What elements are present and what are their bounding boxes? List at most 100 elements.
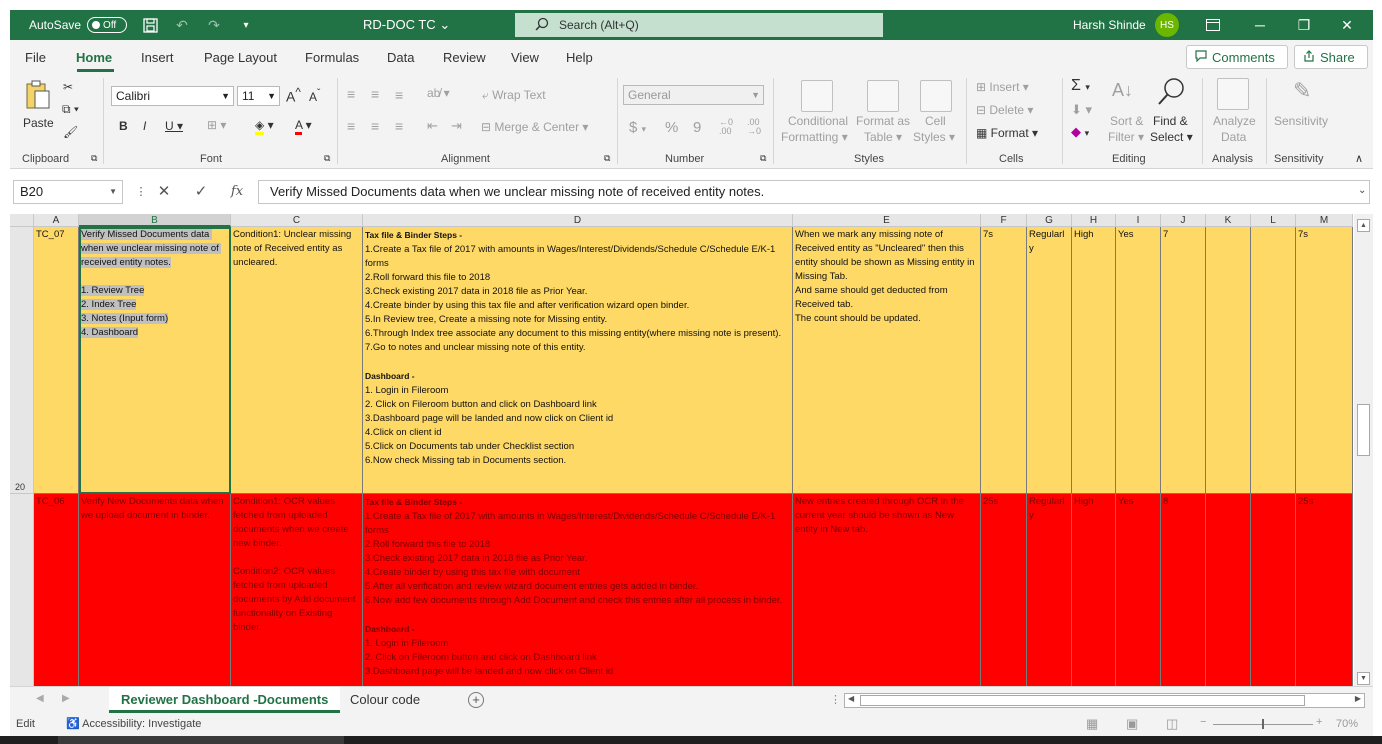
prev-sheet-icon[interactable]: ◀ xyxy=(36,693,44,704)
accessibility-button[interactable]: ♿ Accessibility: Investigate xyxy=(66,717,201,730)
scroll-left-icon[interactable]: ◀ xyxy=(848,694,854,703)
table-cell[interactable]: Yes xyxy=(1116,494,1161,686)
table-cell[interactable] xyxy=(1206,494,1251,686)
tab-formulas[interactable]: Formulas xyxy=(305,50,359,65)
column-header-j[interactable]: J xyxy=(1161,214,1206,227)
table-cell[interactable]: Verify New Documents data when we upload… xyxy=(79,494,231,686)
column-header-b[interactable]: B xyxy=(79,214,231,227)
decrease-font-icon[interactable]: Aˇ xyxy=(309,88,320,104)
add-sheet-icon[interactable]: + xyxy=(468,692,484,708)
table-cell[interactable]: 7 xyxy=(1161,227,1206,494)
column-header-h[interactable]: H xyxy=(1072,214,1116,227)
align-left-icon[interactable]: ≡ xyxy=(347,118,355,134)
table-cell[interactable]: Tax file & Binder Steps - 1.Create a Tax … xyxy=(363,227,793,494)
sheet-tab-colour-code[interactable]: Colour code xyxy=(338,687,432,713)
column-header-f[interactable]: F xyxy=(981,214,1027,227)
table-cell[interactable]: TC_06 xyxy=(34,494,79,686)
sheet-tab-reviewer-dashboard[interactable]: Reviewer Dashboard -Documents xyxy=(109,687,341,713)
column-header-k[interactable]: K xyxy=(1206,214,1251,227)
name-box[interactable]: B20 ▼ xyxy=(13,180,123,204)
row-header-21[interactable] xyxy=(10,494,34,686)
italic-icon[interactable]: I xyxy=(143,119,146,133)
minimize-icon[interactable]: ─ xyxy=(1250,15,1270,35)
table-cell[interactable]: When we mark any missing note of Receive… xyxy=(793,227,981,494)
table-cell[interactable]: Condition1: Unclear missing note of Rece… xyxy=(231,227,363,494)
vertical-scrollbar[interactable]: ▲ ▼ xyxy=(1354,214,1373,686)
collapse-ribbon-icon[interactable]: ∧ xyxy=(1355,152,1363,165)
decrease-decimal-icon[interactable]: .00 →0 xyxy=(747,118,761,136)
save-icon[interactable] xyxy=(141,16,159,34)
avatar[interactable]: HS xyxy=(1155,13,1179,37)
table-cell[interactable]: 7s xyxy=(1296,227,1353,494)
insert-cells-button[interactable]: ⊞ Insert ▾ xyxy=(976,80,1029,94)
column-header-d[interactable]: D xyxy=(363,214,793,227)
share-button[interactable]: Share xyxy=(1294,45,1368,69)
formula-input[interactable]: Verify Missed Documents data when we unc… xyxy=(258,180,1370,204)
format-painter-icon[interactable]: 🖌 xyxy=(63,125,78,139)
underline-icon[interactable]: U ▾ xyxy=(165,119,183,133)
align-center-icon[interactable]: ≡ xyxy=(371,118,379,134)
table-cell[interactable]: Condition1: OCR values fetched from uplo… xyxy=(231,494,363,686)
delete-cells-button[interactable]: ⊟ Delete ▾ xyxy=(976,103,1033,117)
table-cell[interactable]: 7s xyxy=(981,227,1027,494)
align-right-icon[interactable]: ≡ xyxy=(395,118,403,134)
tab-help[interactable]: Help xyxy=(566,50,593,65)
middle-align-icon[interactable]: ≡ xyxy=(371,86,379,102)
column-header-c[interactable]: C xyxy=(231,214,363,227)
close-icon[interactable]: ✕ xyxy=(1337,15,1357,35)
normal-view-icon[interactable]: ▦ xyxy=(1086,716,1098,732)
row-header-20[interactable]: 20 xyxy=(10,227,34,494)
table-cell[interactable]: 8 xyxy=(1161,494,1206,686)
next-sheet-icon[interactable]: ▶ xyxy=(62,693,70,704)
table-cell[interactable]: 25s xyxy=(981,494,1027,686)
clipboard-launcher-icon[interactable]: ⧉ xyxy=(91,153,97,164)
table-cell[interactable]: 25s xyxy=(1296,494,1353,686)
paste-button[interactable]: Paste xyxy=(22,78,54,136)
format-cells-button[interactable]: ▦ Format ▾ xyxy=(976,126,1038,140)
find-select-button[interactable]: Find & xyxy=(1153,114,1188,128)
restore-icon[interactable]: ❐ xyxy=(1294,15,1314,35)
tab-view[interactable]: View xyxy=(511,50,539,65)
analyze-data-button[interactable]: Analyze xyxy=(1213,114,1256,128)
table-cell-active[interactable]: Verify Missed Documents data when we unc… xyxy=(79,227,231,494)
copy-icon[interactable]: ⧉ ▾ xyxy=(62,102,79,117)
table-cell[interactable] xyxy=(1251,227,1296,494)
table-cell[interactable]: Regularly xyxy=(1027,494,1072,686)
orientation-icon[interactable]: ab̸ ▾ xyxy=(427,86,450,100)
bold-icon[interactable]: B xyxy=(119,119,128,133)
column-header-i[interactable]: I xyxy=(1116,214,1161,227)
tab-insert[interactable]: Insert xyxy=(141,50,174,65)
table-cell[interactable]: High xyxy=(1072,227,1116,494)
autosave-toggle[interactable]: Off xyxy=(87,17,128,33)
increase-font-icon[interactable]: A^ xyxy=(286,86,301,105)
find-select-icon[interactable] xyxy=(1156,77,1186,110)
tab-page-layout[interactable]: Page Layout xyxy=(204,50,277,65)
sensitivity-button[interactable]: Sensitivity xyxy=(1274,114,1328,128)
tab-review[interactable]: Review xyxy=(443,50,486,65)
table-cell[interactable]: Tax file & Binder Steps - 1.Create a Tax … xyxy=(363,494,793,686)
top-align-icon[interactable]: ≡ xyxy=(347,86,355,102)
enter-icon[interactable]: ✓ xyxy=(190,181,212,203)
table-cell[interactable]: TC_07 xyxy=(34,227,79,494)
tab-data[interactable]: Data xyxy=(387,50,414,65)
increase-indent-icon[interactable]: ⇥ xyxy=(451,118,462,134)
redo-icon[interactable]: ↷ xyxy=(205,16,223,34)
cell-styles-button[interactable]: Cell xyxy=(925,114,946,128)
expand-formula-icon[interactable]: ⌄ xyxy=(1358,185,1366,196)
font-launcher-icon[interactable]: ⧉ xyxy=(324,153,330,164)
page-break-view-icon[interactable]: ◫ xyxy=(1166,716,1178,732)
scroll-right-icon[interactable]: ▶ xyxy=(1355,694,1361,703)
number-launcher-icon[interactable]: ⧉ xyxy=(760,153,766,164)
column-header-e[interactable]: E xyxy=(793,214,981,227)
wrap-text-button[interactable]: ⤶ Wrap Text xyxy=(482,88,546,103)
format-as-table-button[interactable]: Format as xyxy=(856,114,910,128)
search-box[interactable]: Search (Alt+Q) xyxy=(515,13,883,37)
page-layout-view-icon[interactable]: ▣ xyxy=(1126,716,1138,732)
comments-button[interactable]: Comments xyxy=(1186,45,1288,69)
scroll-up-icon[interactable]: ▲ xyxy=(1357,219,1370,232)
percent-icon[interactable]: % xyxy=(665,119,678,136)
horizontal-scroll-thumb[interactable] xyxy=(860,695,1305,706)
scroll-down-icon[interactable]: ▼ xyxy=(1357,672,1370,685)
decrease-indent-icon[interactable]: ⇤ xyxy=(427,118,438,134)
table-cell[interactable]: New entries created through OCR in the c… xyxy=(793,494,981,686)
